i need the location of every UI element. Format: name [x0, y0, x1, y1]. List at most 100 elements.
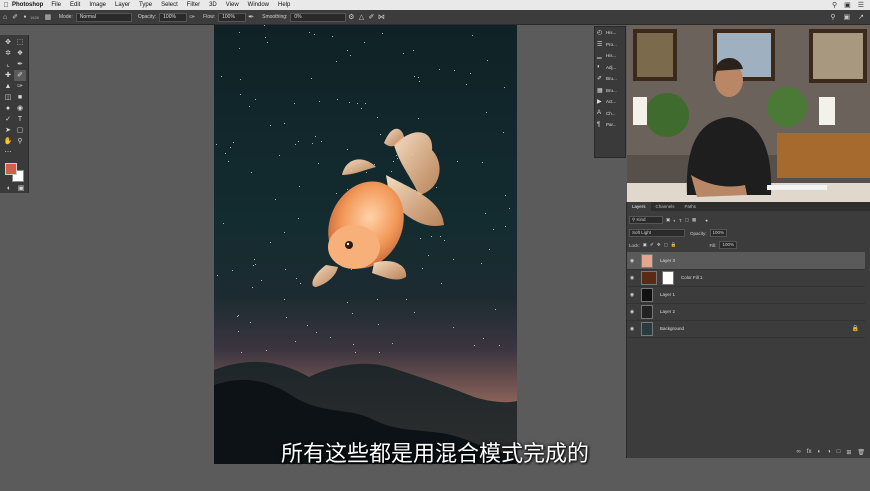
- apple-menu-icon[interactable]: : [0, 2, 12, 9]
- shape-tool-icon[interactable]: ▢: [14, 125, 26, 136]
- layer-row[interactable]: ◉ Layer 3: [627, 252, 865, 270]
- crop-tool-icon[interactable]: ⌞: [2, 59, 14, 70]
- window-icon[interactable]: ▣: [844, 1, 851, 9]
- app-menu[interactable]: Photoshop: [12, 2, 43, 8]
- angle-icon[interactable]: △: [356, 13, 366, 21]
- menu-window[interactable]: Window: [248, 2, 269, 8]
- layer-row[interactable]: ◉ Background 🔒: [627, 320, 865, 338]
- gear-icon[interactable]: ⚙: [346, 13, 356, 21]
- layer-name[interactable]: Color Fill 1: [681, 275, 703, 280]
- pressure-opacity-icon[interactable]: ✑: [187, 13, 197, 21]
- search-icon[interactable]: ⚲: [830, 13, 835, 21]
- layer-name[interactable]: Layer 2: [660, 309, 675, 314]
- quick-select-tool-icon[interactable]: ❖: [14, 48, 26, 59]
- menu-type[interactable]: Type: [139, 2, 152, 8]
- workspace-icon[interactable]: ▣: [844, 13, 851, 21]
- panel-paragraph[interactable]: ¶ Par...: [595, 119, 625, 131]
- new-group-icon[interactable]: □: [837, 449, 841, 455]
- tab-paths[interactable]: Paths: [680, 202, 702, 211]
- filter-shape-icon[interactable]: ▢: [685, 217, 689, 223]
- layer-opacity-field[interactable]: 100%: [709, 229, 728, 237]
- hand-tool-icon[interactable]: ✋: [2, 136, 14, 147]
- mode-select[interactable]: Normal: [75, 12, 132, 22]
- share-icon[interactable]: ↗: [858, 13, 864, 21]
- link-layers-icon[interactable]: ∞: [797, 449, 801, 455]
- menu-layer[interactable]: Layer: [115, 2, 130, 8]
- kind-filter-select[interactable]: ⚲ Kind: [629, 216, 663, 224]
- filter-smart-icon[interactable]: ▩: [692, 217, 696, 223]
- brush-preset-icon[interactable]: ●: [20, 14, 30, 20]
- eraser-tool-icon[interactable]: ◫: [2, 92, 14, 103]
- lock-transparent-icon[interactable]: ▣: [643, 242, 647, 248]
- layer-name[interactable]: Layer 3: [660, 258, 675, 263]
- layer-row[interactable]: ◉ Color Fill 1: [627, 269, 865, 287]
- panel-histogram[interactable]: ▁ His...: [595, 50, 625, 62]
- panel-brush-settings[interactable]: ▦ Bru...: [595, 85, 625, 97]
- flow-field[interactable]: 100%: [218, 12, 247, 22]
- smoothing-field[interactable]: 0%: [290, 12, 347, 22]
- visibility-eye-icon[interactable]: ◉: [627, 292, 637, 298]
- lock-position-icon[interactable]: ✥: [657, 242, 661, 248]
- visibility-eye-icon[interactable]: ◉: [627, 258, 637, 264]
- symmetry-icon[interactable]: ⋈: [376, 13, 386, 21]
- layer-row[interactable]: ◉ Layer 2: [627, 303, 865, 321]
- path-select-icon[interactable]: ➤: [2, 125, 14, 136]
- new-adjustment-icon[interactable]: ◑: [827, 449, 831, 455]
- home-icon[interactable]: ⌂: [0, 14, 10, 21]
- menu-edit[interactable]: Edit: [70, 2, 80, 8]
- quick-mask-icon[interactable]: ◐: [3, 183, 15, 194]
- airbrush-icon[interactable]: ✒: [246, 13, 256, 21]
- eyedropper-tool-icon[interactable]: ✒: [14, 59, 26, 70]
- tab-channels[interactable]: Channels: [651, 202, 680, 211]
- menu-view[interactable]: View: [226, 2, 239, 8]
- pen-tool-icon[interactable]: ✓: [2, 114, 14, 125]
- clone-stamp-icon[interactable]: ▲: [2, 81, 14, 92]
- marquee-tool-icon[interactable]: ⬚: [14, 37, 26, 48]
- menu-filter[interactable]: Filter: [187, 2, 200, 8]
- menu-help[interactable]: Help: [278, 2, 290, 8]
- layer-name[interactable]: Background: [660, 326, 684, 331]
- panel-properties[interactable]: ☰ Pro...: [595, 39, 625, 51]
- lock-pixels-icon[interactable]: ✐: [650, 242, 654, 248]
- type-tool-icon[interactable]: T: [14, 114, 26, 125]
- history-brush-icon[interactable]: ✑: [14, 81, 26, 92]
- more-tools-icon[interactable]: ⋯: [2, 147, 14, 158]
- dodge-tool-icon[interactable]: ◉: [14, 103, 26, 114]
- lock-artboard-icon[interactable]: ▢: [664, 242, 668, 248]
- panel-adjustments[interactable]: ◐ Adj...: [595, 62, 625, 74]
- blur-tool-icon[interactable]: ●: [2, 103, 14, 114]
- visibility-eye-icon[interactable]: ◉: [627, 275, 637, 281]
- menu-3d[interactable]: 3D: [209, 2, 217, 8]
- filter-adjustment-icon[interactable]: ◐: [673, 218, 676, 223]
- panel-character[interactable]: A Ch...: [595, 108, 625, 120]
- menu-file[interactable]: File: [51, 2, 61, 8]
- opacity-field[interactable]: 100%: [159, 12, 188, 22]
- layer-row[interactable]: ◉ Layer 1: [627, 286, 865, 304]
- move-tool-icon[interactable]: ✥: [2, 37, 14, 48]
- brush-tool-icon[interactable]: ✐: [10, 13, 20, 21]
- filter-toggle-icon[interactable]: ●: [705, 218, 708, 223]
- filter-type-icon[interactable]: T: [679, 218, 682, 223]
- lasso-tool-icon[interactable]: ✲: [2, 48, 14, 59]
- edit-toolbar-icon[interactable]: [14, 147, 26, 158]
- filter-pixel-icon[interactable]: ▣: [666, 217, 670, 223]
- foreground-color-swatch[interactable]: [5, 163, 17, 175]
- new-layer-icon[interactable]: ⊞: [846, 449, 851, 456]
- panel-actions[interactable]: ▶ Act...: [595, 96, 625, 108]
- brush-tool-icon[interactable]: ✐: [14, 70, 26, 81]
- lock-all-icon[interactable]: 🔒: [671, 242, 677, 248]
- panel-history[interactable]: ◴ His...: [595, 27, 625, 39]
- list-icon[interactable]: ☰: [858, 1, 864, 9]
- layer-name[interactable]: Layer 1: [660, 292, 675, 297]
- trash-icon[interactable]: 🗑: [857, 449, 865, 456]
- tab-layers[interactable]: Layers: [627, 202, 651, 211]
- add-mask-icon[interactable]: ◐: [817, 449, 821, 455]
- menu-image[interactable]: Image: [89, 2, 106, 8]
- pressure-size-icon[interactable]: ✐: [366, 13, 376, 21]
- brush-settings-icon[interactable]: ▦: [43, 13, 53, 21]
- menu-select[interactable]: Select: [161, 2, 178, 8]
- layer-style-icon[interactable]: fx: [807, 449, 812, 455]
- search-icon[interactable]: ⚲: [832, 1, 837, 9]
- healing-brush-icon[interactable]: ✚: [2, 70, 14, 81]
- panel-brushes[interactable]: ✐ Bru...: [595, 73, 625, 85]
